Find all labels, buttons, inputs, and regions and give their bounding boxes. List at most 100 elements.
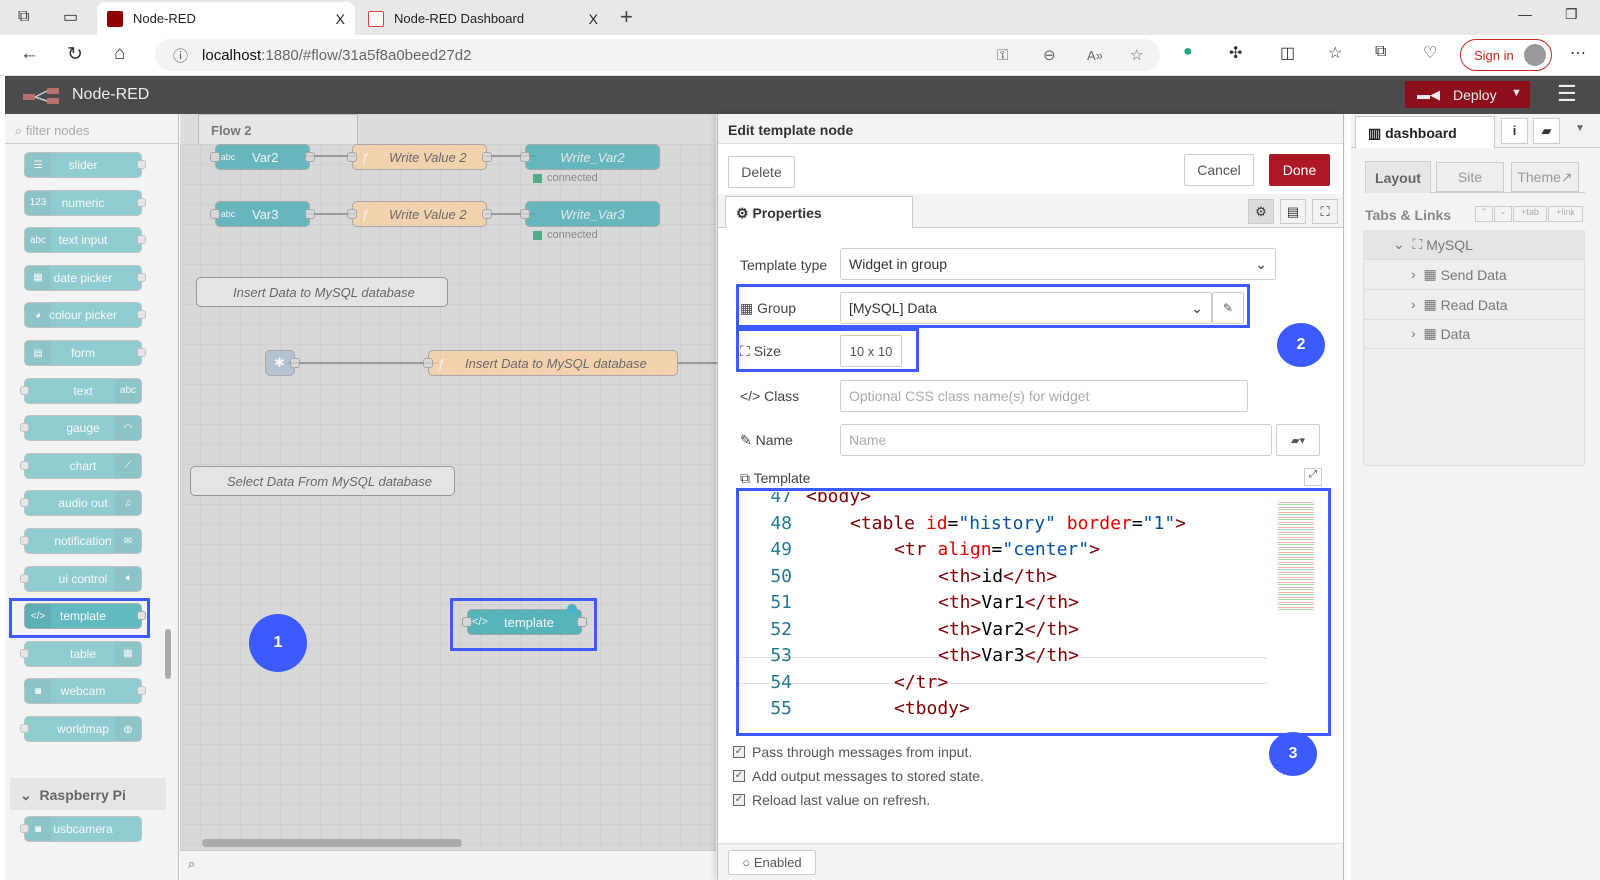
- flow-node-write-var2[interactable]: Write_Var2: [520, 144, 660, 170]
- sidebar-tab-dashboard[interactable]: ▥ dashboard: [1355, 116, 1495, 148]
- extension-globe-icon[interactable]: ●: [1183, 43, 1193, 61]
- collections-icon[interactable]: ⧉: [1375, 43, 1386, 61]
- palette-node-gauge[interactable]: ◠ gauge: [20, 415, 142, 442]
- read-aloud-icon[interactable]: A»: [1087, 48, 1103, 63]
- palette-node-chart[interactable]: ⟋ chart: [20, 452, 142, 479]
- checkbox-checked-icon[interactable]: ✓: [733, 770, 745, 782]
- browser-tab-dashboard[interactable]: Node-RED Dashboard X: [358, 2, 608, 35]
- tab-theme[interactable]: Theme ↗: [1511, 162, 1579, 192]
- tab-properties[interactable]: ⚙ Properties: [725, 196, 913, 228]
- flow-canvas[interactable]: abc Var2 ƒ Write Value 2 Write_Var2 connec…: [180, 144, 718, 850]
- flow-node-var3[interactable]: abc Var3: [210, 201, 315, 227]
- search-icon[interactable]: ⌕: [188, 856, 195, 872]
- tab-title: Node-RED Dashboard: [394, 11, 525, 26]
- tree-tab-mysql[interactable]: ⌄ ⛶ MySQL: [1363, 230, 1585, 260]
- refresh-icon[interactable]: ↻: [67, 43, 83, 66]
- extensions-icon[interactable]: ✣: [1229, 43, 1242, 63]
- palette-node-numeric[interactable]: 123 numeric: [24, 189, 146, 216]
- close-tab-icon[interactable]: X: [336, 11, 345, 27]
- flow-node-var2[interactable]: abc Var2: [210, 144, 315, 170]
- checkbox-option[interactable]: ✓ Reload last value on refresh.: [733, 792, 930, 808]
- add-link-button[interactable]: +link: [1548, 206, 1583, 222]
- delete-button[interactable]: Delete: [728, 156, 795, 188]
- node-label: notification: [54, 534, 112, 548]
- palette-node-audio-out[interactable]: ♫ audio out: [20, 490, 142, 517]
- palette-node-table[interactable]: ▦ table: [20, 640, 142, 667]
- checkbox-checked-icon[interactable]: ✓: [733, 746, 745, 758]
- palette-node-text[interactable]: abc text: [20, 377, 142, 404]
- palette-filter-input[interactable]: ⌕ filter nodes: [5, 114, 178, 144]
- split-screen-icon[interactable]: ◫: [1280, 43, 1295, 63]
- flow-node-inject[interactable]: ✱: [265, 350, 300, 376]
- comment-select-data[interactable]: Select Data From MySQL database: [190, 466, 455, 496]
- key-icon[interactable]: ⚿: [997, 47, 1008, 64]
- workspaces-icon[interactable]: ⧉: [18, 8, 29, 26]
- favorites-icon[interactable]: ☆: [1328, 43, 1342, 63]
- palette-scrollbar[interactable]: [165, 154, 171, 834]
- back-icon[interactable]: ←: [20, 43, 39, 65]
- tab-layout[interactable]: Layout: [1365, 161, 1431, 193]
- appearance-icon[interactable]: ⛶: [1312, 199, 1338, 224]
- class-input[interactable]: Optional CSS class name(s) for widget: [840, 380, 1248, 412]
- tab-flow-2[interactable]: Flow 2: [198, 114, 358, 144]
- done-button[interactable]: Done: [1269, 154, 1330, 186]
- palette-node-usbcamera[interactable]: ◙ usbcamera: [20, 816, 142, 842]
- help-book-icon[interactable]: ▰: [1533, 118, 1560, 144]
- collapse-all-icon[interactable]: ⌃: [1475, 206, 1493, 222]
- description-icon[interactable]: ▤: [1280, 199, 1306, 224]
- node-label: text input: [58, 233, 108, 248]
- deploy-dropdown-icon[interactable]: ▼: [1511, 87, 1522, 99]
- sidebar-dropdown-icon[interactable]: ▼: [1575, 123, 1585, 134]
- tree-group-read-data[interactable]: › ▦ Read Data: [1363, 290, 1585, 320]
- cancel-button[interactable]: Cancel: [1184, 154, 1254, 186]
- home-icon[interactable]: ⌂: [114, 43, 125, 65]
- tab-site[interactable]: Site: [1436, 162, 1504, 192]
- palette-node-date-picker[interactable]: ▦ date picker: [24, 264, 146, 291]
- name-icon-picker-button[interactable]: ▰▾: [1276, 424, 1320, 456]
- checkbox-checked-icon[interactable]: ✓: [733, 794, 745, 806]
- main-menu-icon[interactable]: ☰: [1557, 81, 1577, 107]
- palette-node-webcam[interactable]: ◙ webcam: [24, 678, 146, 705]
- flow-node-insert-data-function[interactable]: ƒ Insert Data to MySQL database: [423, 350, 678, 376]
- browser-tab-node-red[interactable]: Node-RED X: [97, 2, 355, 35]
- flow-node-write-value-2[interactable]: ƒ Write Value 2: [347, 144, 492, 170]
- deploy-button[interactable]: ▬◀ Deploy ▼: [1405, 81, 1530, 108]
- checkbox-option[interactable]: ✓ Add output messages to stored state.: [733, 768, 984, 784]
- palette-node-text-input[interactable]: abc text input: [24, 227, 146, 254]
- zoom-out-icon[interactable]: ⊖: [1043, 46, 1056, 64]
- more-icon[interactable]: ⋯: [1570, 43, 1586, 63]
- comment-insert-data[interactable]: Insert Data to MySQL database: [196, 277, 448, 307]
- template-type-select[interactable]: Widget in group ⌄: [840, 248, 1276, 280]
- tree-group-send-data[interactable]: › ▦ Send Data: [1363, 260, 1585, 290]
- url-field[interactable]: ⓘ localhost:1880/#flow/31a5f8a0beed27d2 …: [155, 39, 1160, 71]
- favorite-star-icon[interactable]: ☆: [1130, 46, 1143, 64]
- tab-actions-icon[interactable]: ▭: [63, 7, 78, 27]
- palette-node-form[interactable]: ▤ form: [24, 340, 146, 366]
- checkbox-option[interactable]: ✓ Pass through messages from input.: [733, 744, 972, 760]
- add-tab-button[interactable]: +tab: [1513, 206, 1547, 222]
- palette-node-ui-control[interactable]: ➧ ui control: [20, 565, 142, 592]
- restore-icon[interactable]: ❐: [1565, 6, 1578, 23]
- sign-in-label: Sign in: [1474, 47, 1514, 63]
- worldmap-icon: ◍: [115, 717, 141, 741]
- expand-editor-icon[interactable]: ⤢: [1304, 468, 1322, 486]
- new-tab-button[interactable]: +: [620, 4, 633, 30]
- sign-in-button[interactable]: Sign in: [1460, 39, 1552, 71]
- expand-all-icon[interactable]: ⌄: [1494, 206, 1512, 222]
- palette-node-colour-picker[interactable]: ◕ colour picker: [24, 302, 146, 329]
- enabled-toggle[interactable]: ○ Enabled: [728, 850, 816, 875]
- minimize-icon[interactable]: —: [1518, 6, 1532, 22]
- horizontal-scrollbar[interactable]: [202, 839, 462, 847]
- tree-group-data[interactable]: › ▦ Data: [1363, 319, 1585, 349]
- close-tab-icon[interactable]: X: [589, 11, 598, 27]
- name-input[interactable]: Name: [840, 424, 1272, 456]
- palette-category-raspberry-pi[interactable]: ⌄ Raspberry Pi: [10, 778, 166, 810]
- flow-node-write-var3[interactable]: Write_Var3: [520, 201, 660, 227]
- browser-essentials-icon[interactable]: ♡: [1423, 43, 1437, 63]
- palette-node-worldmap[interactable]: ◍ worldmap: [20, 716, 142, 742]
- info-icon[interactable]: i: [1501, 118, 1528, 144]
- palette-node-notification[interactable]: ✉ notification: [20, 528, 142, 554]
- flow-node-write-value-2b[interactable]: ƒ Write Value 2: [347, 201, 492, 227]
- node-settings-icon[interactable]: ⚙: [1248, 199, 1274, 224]
- palette-node-slider[interactable]: ☰ slider: [24, 152, 146, 178]
